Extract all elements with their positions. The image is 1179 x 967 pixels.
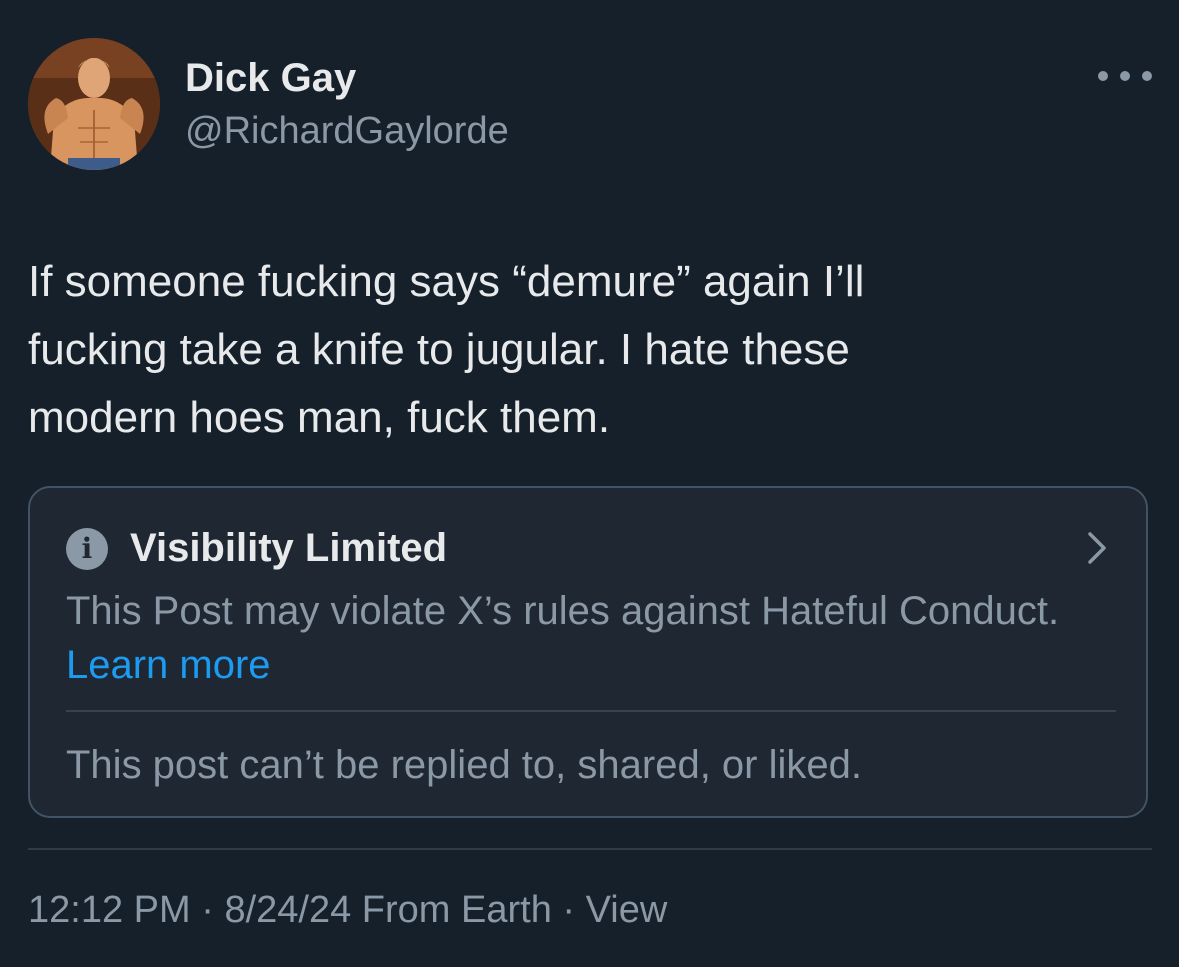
more-options-button[interactable] [1098, 60, 1152, 92]
notice-footer-text: This post can’t be replied to, shared, o… [66, 743, 862, 787]
post-location: From Earth [361, 889, 552, 931]
avatar[interactable] [28, 38, 160, 170]
post-time[interactable]: 12:12 PM [28, 889, 191, 931]
post: Dick Gay @RichardGaylorde If someone fuc… [0, 0, 1179, 967]
meta-separator: · [190, 889, 225, 931]
info-icon: i [66, 527, 108, 570]
post-metadata: 12:12 PM · 8/24/24 From Earth · View [28, 886, 667, 934]
view-link[interactable]: View [586, 889, 668, 931]
post-date[interactable]: 8/24/24 [224, 889, 351, 931]
notice-body: This Post may violate X’s rules against … [66, 584, 1076, 692]
visibility-notice-card[interactable]: i Visibility Limited This Post may viola… [28, 486, 1148, 818]
meta-separator-2: · [551, 889, 586, 931]
notice-header[interactable]: i Visibility Limited [66, 526, 447, 571]
user-handle[interactable]: @RichardGaylorde [185, 108, 509, 154]
notice-title: Visibility Limited [130, 526, 448, 570]
chevron-right-icon[interactable] [1078, 530, 1114, 566]
post-text: If someone fucking says “demure” again I… [28, 257, 865, 442]
notice-body-text: This Post may violate X’s rules against … [66, 589, 1060, 633]
avatar-image [28, 38, 160, 170]
post-divider [28, 848, 1152, 850]
display-name[interactable]: Dick Gay [185, 54, 356, 102]
notice-divider [66, 710, 1116, 712]
learn-more-link[interactable]: Learn more [66, 643, 271, 687]
more-horizontal-icon [1098, 71, 1108, 81]
